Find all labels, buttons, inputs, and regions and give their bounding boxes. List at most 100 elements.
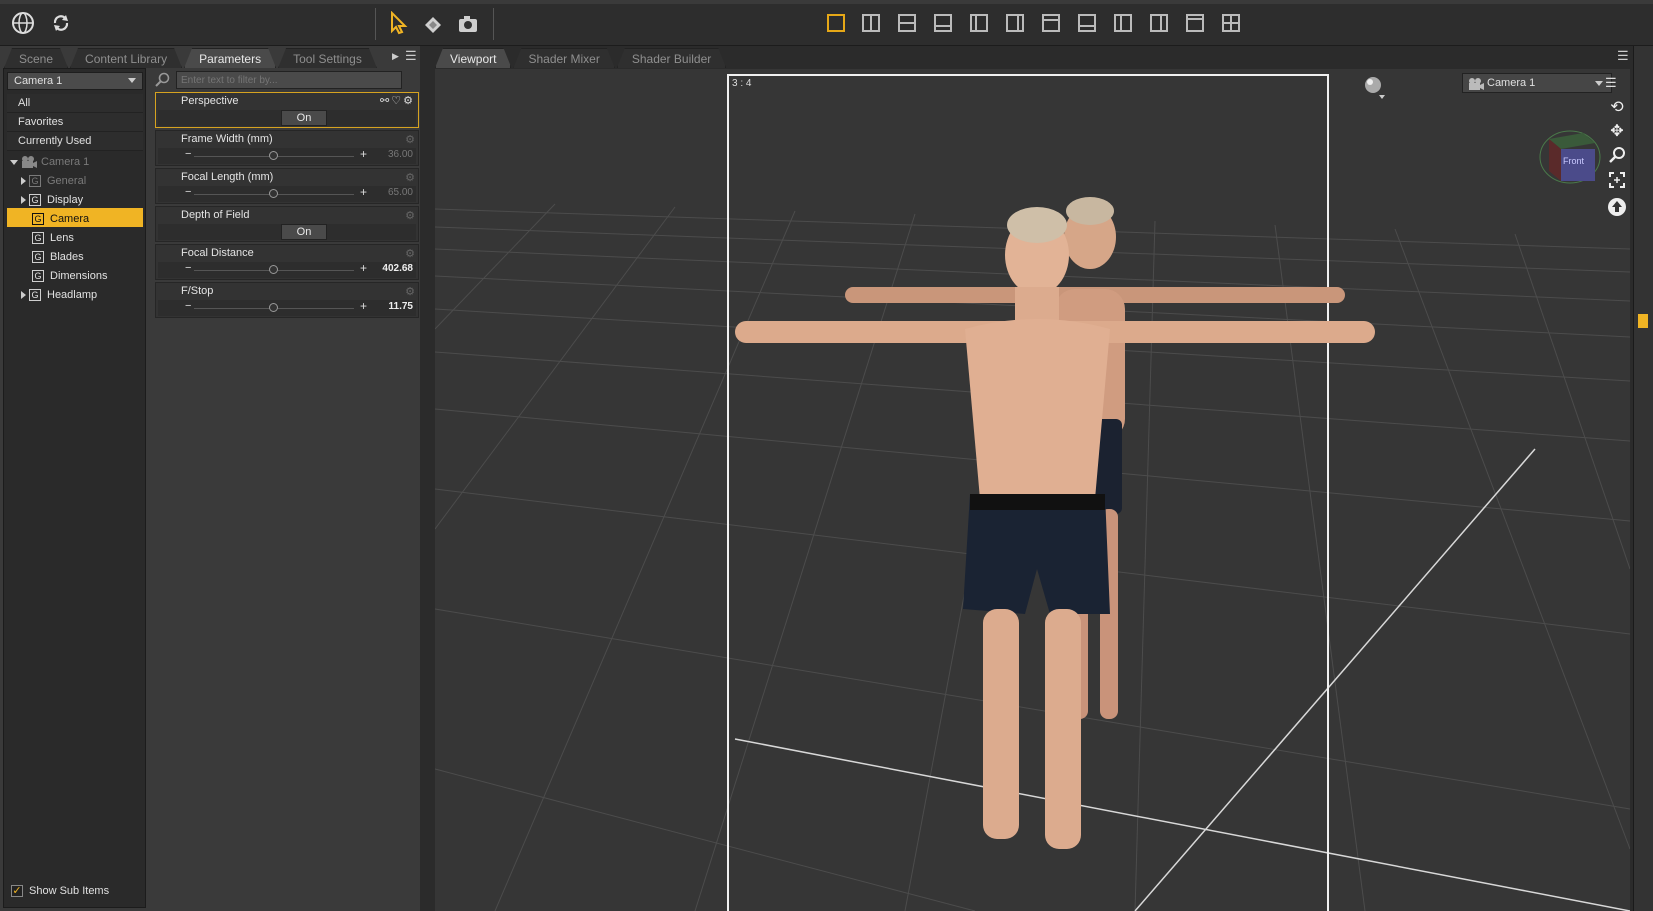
universal-tool-icon[interactable] (420, 10, 446, 36)
globe-icon[interactable] (10, 10, 36, 36)
refresh-icon[interactable] (48, 10, 74, 36)
filter-input[interactable] (176, 71, 402, 89)
tree-item-camera[interactable]: G Camera (7, 208, 143, 227)
tab-tool-settings[interactable]: Tool Settings (278, 48, 377, 68)
right-dock-strip (1633, 46, 1653, 911)
group-icon: G (32, 270, 44, 282)
dock-indicator[interactable] (1638, 314, 1648, 328)
viewport-camera-selector[interactable]: Camera 1 (1462, 73, 1612, 93)
tree-root-camera[interactable]: Camera 1 (7, 151, 143, 170)
link-icon[interactable]: ⚯ (380, 95, 391, 107)
viewport-camera-value: Camera 1 (1487, 77, 1536, 89)
decrement-button[interactable]: − (185, 300, 191, 312)
layout-bottom-strip-button[interactable] (934, 14, 952, 32)
3d-viewport[interactable]: 3 : 4 Camera 1 ☰ Front ⟲ ✥ (435, 69, 1630, 911)
expand-icon[interactable] (21, 177, 26, 185)
orbit-icon[interactable]: ⟲ (1605, 97, 1629, 119)
layout-top-bar-button[interactable] (1186, 14, 1204, 32)
tree-item-general[interactable]: G General (7, 170, 143, 189)
pointer-tool-icon[interactable] (385, 10, 411, 36)
layout-right-strip-button[interactable] (1006, 14, 1024, 32)
slider-knob[interactable] (269, 151, 278, 160)
param-focal-distance: Focal Distance ⚙ − + 402.68 (155, 244, 419, 280)
filter-currently-used[interactable]: Currently Used (7, 132, 143, 151)
pane-menu-icon[interactable]: ☰ (1617, 48, 1629, 64)
reset-icon[interactable] (1605, 197, 1629, 219)
layout-left-strip-button[interactable] (970, 14, 988, 32)
viewport-menu-icon[interactable]: ☰ (1605, 75, 1617, 91)
checkbox-checked-icon[interactable]: ✓ (11, 885, 23, 897)
param-value[interactable]: 11.75 (389, 301, 413, 312)
perspective-toggle[interactable]: On (281, 110, 327, 126)
param-frame-width: Frame Width (mm) ⚙ − + 36.00 (155, 130, 419, 166)
tab-content-library[interactable]: Content Library (70, 48, 182, 68)
param-value[interactable]: 402.68 (382, 263, 413, 274)
draw-style-icon[interactable] (1363, 75, 1387, 99)
camera-tool-icon[interactable] (455, 10, 481, 36)
increment-button[interactable]: + (360, 299, 367, 313)
toolbar-separator (493, 8, 494, 40)
expand-down-icon[interactable] (10, 159, 18, 165)
tree-item-blades[interactable]: G Blades (7, 246, 143, 265)
view-cube[interactable]: Front (1537, 121, 1603, 187)
pane-menu-icon[interactable]: ☰ (405, 48, 417, 64)
tree-item-label: Display (47, 194, 84, 206)
zoom-icon[interactable] (1605, 145, 1629, 167)
layout-bottom-three-button[interactable] (1078, 14, 1096, 32)
favorite-heart-icon[interactable]: ♡ (391, 95, 403, 107)
gear-icon[interactable]: ⚙ (405, 285, 415, 298)
tab-scroll-right-icon[interactable]: ▶ (392, 51, 399, 62)
param-value[interactable]: 36.00 (388, 149, 413, 160)
layout-split-vertical-button[interactable] (862, 14, 880, 32)
depth-of-field-toggle[interactable]: On (281, 224, 327, 240)
gear-icon[interactable]: ⚙ (405, 247, 415, 260)
increment-button[interactable]: + (360, 261, 367, 275)
layout-single-button[interactable] (827, 14, 845, 32)
tree-item-dimensions[interactable]: G Dimensions (7, 265, 143, 284)
decrement-button[interactable]: − (185, 186, 191, 198)
tab-viewport[interactable]: Viewport (435, 48, 511, 68)
node-selector[interactable]: Camera 1 (7, 72, 143, 90)
filter-all[interactable]: All (7, 94, 143, 113)
layout-right-three-button[interactable] (1150, 14, 1168, 32)
param-value[interactable]: 65.00 (388, 187, 413, 198)
show-sub-items-toggle[interactable]: ✓ Show Sub Items (11, 885, 109, 897)
gear-icon[interactable]: ⚙ (403, 95, 415, 107)
param-icons: ⚯♡⚙ (380, 94, 415, 107)
increment-button[interactable]: + (360, 185, 367, 199)
layout-top-three-button[interactable] (1042, 14, 1060, 32)
group-icon: G (32, 251, 44, 263)
view-cube-label: Front (1563, 156, 1585, 166)
tree-item-headlamp[interactable]: G Headlamp (7, 284, 143, 303)
filter-favorites[interactable]: Favorites (7, 113, 143, 132)
tab-parameters[interactable]: Parameters (184, 48, 276, 68)
tab-scene[interactable]: Scene (4, 48, 68, 68)
tab-shader-mixer[interactable]: Shader Mixer (513, 48, 614, 68)
param-depth-of-field: Depth of Field ⚙ On (155, 206, 419, 242)
decrement-button[interactable]: − (185, 262, 191, 274)
layout-split-horizontal-button[interactable] (898, 14, 916, 32)
gear-icon[interactable]: ⚙ (405, 209, 415, 222)
slider-knob[interactable] (269, 265, 278, 274)
layout-left-three-button[interactable] (1114, 14, 1132, 32)
increment-button[interactable]: + (360, 147, 367, 161)
pan-icon[interactable]: ✥ (1605, 121, 1629, 143)
title-strip (0, 0, 1653, 4)
front-figure (735, 207, 1375, 849)
slider-knob[interactable] (269, 303, 278, 312)
figure-models[interactable] (715, 139, 1375, 859)
tree-item-display[interactable]: G Display (7, 189, 143, 208)
decrement-button[interactable]: − (185, 148, 191, 160)
chevron-down-icon (128, 78, 136, 83)
gear-icon[interactable]: ⚙ (405, 171, 415, 184)
expand-icon[interactable] (21, 291, 26, 299)
param-label: F/Stop (181, 285, 214, 297)
frame-icon[interactable] (1605, 171, 1629, 193)
tree-item-lens[interactable]: G Lens (7, 227, 143, 246)
gear-icon[interactable]: ⚙ (405, 133, 415, 146)
expand-icon[interactable] (21, 196, 26, 204)
layout-quad-button[interactable] (1222, 14, 1240, 32)
slider-knob[interactable] (269, 189, 278, 198)
tab-shader-builder[interactable]: Shader Builder (617, 48, 726, 68)
tree-item-label: Dimensions (50, 270, 108, 282)
